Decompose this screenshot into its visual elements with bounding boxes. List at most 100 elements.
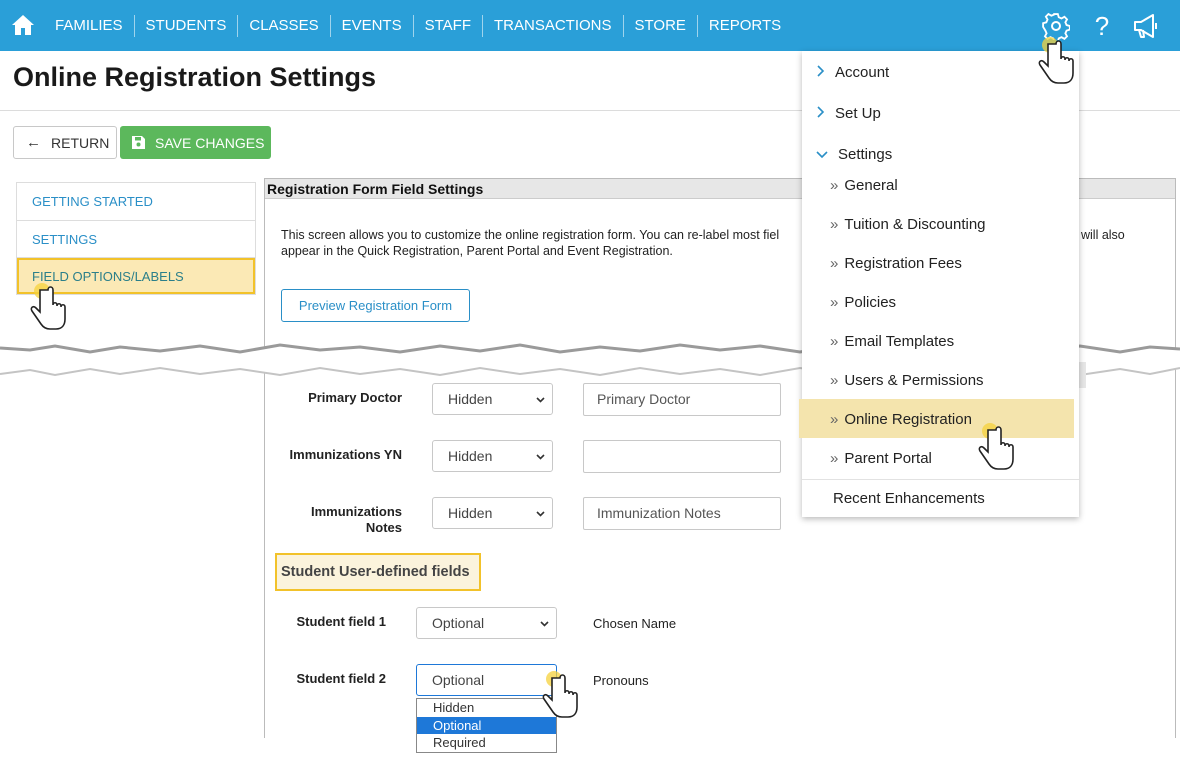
submenu-item-parent-portal[interactable]: » Parent Portal <box>830 450 932 467</box>
submenu-label: Policies <box>844 294 897 311</box>
double-chevron-icon: » <box>830 216 838 233</box>
intro-text-line1: This screen allows you to customize the … <box>281 228 780 242</box>
chevron-down-icon <box>816 151 828 159</box>
select-value: Optional <box>432 672 485 688</box>
chevron-down-icon <box>536 511 545 517</box>
menu-item-set-up[interactable]: Set Up <box>816 105 881 122</box>
side-menu-settings[interactable]: SETTINGS <box>17 220 255 257</box>
home-icon[interactable] <box>11 14 35 36</box>
nav-item-store[interactable]: STORE <box>622 14 697 37</box>
nav-item-transactions[interactable]: TRANSACTIONS <box>481 14 623 37</box>
select-value: Optional <box>432 615 485 631</box>
select-value: Hidden <box>448 391 493 407</box>
submenu-label: Registration Fees <box>844 255 962 272</box>
intro-text-line2: appear in the Quick Registration, Parent… <box>281 244 673 258</box>
page-title: Online Registration Settings <box>13 62 377 92</box>
save-changes-button[interactable]: SAVE CHANGES <box>120 126 271 159</box>
immunizations-yn-visibility-select[interactable]: Hidden <box>432 440 553 472</box>
submenu-label: Parent Portal <box>844 450 932 467</box>
menu-item-label: Set Up <box>835 105 881 122</box>
hand-pointer-icon <box>542 671 578 718</box>
menu-item-label: Account <box>835 64 890 81</box>
hand-pointer-icon <box>978 423 1014 470</box>
nav-menu: FAMILIES STUDENTS CLASSES EVENTS STAFF T… <box>44 0 792 51</box>
primary-doctor-visibility-select[interactable]: Hidden <box>432 383 553 415</box>
student-field-1-select[interactable]: Optional <box>416 607 557 639</box>
menu-item-label: Settings <box>838 146 893 163</box>
double-chevron-icon: » <box>830 255 838 272</box>
double-chevron-icon: » <box>830 294 838 311</box>
student-field-2-options-list: Hidden Optional Required <box>416 698 557 753</box>
menu-item-account[interactable]: Account <box>816 64 889 81</box>
field-label-immunizations-notes: Immunizations Notes <box>290 504 402 536</box>
submenu-label: Online Registration <box>844 411 972 428</box>
immunizations-notes-visibility-select[interactable]: Hidden <box>432 497 553 529</box>
double-chevron-icon: » <box>830 372 838 389</box>
field-label-immunizations-yn: Immunizations YN <box>289 447 402 462</box>
student-field-2-select[interactable]: Optional <box>416 664 557 696</box>
panel-left-border <box>264 382 265 704</box>
save-button-label: SAVE CHANGES <box>155 134 265 151</box>
submenu-label: Tuition & Discounting <box>844 216 986 233</box>
nav-item-reports[interactable]: REPORTS <box>696 14 792 37</box>
nav-item-classes[interactable]: CLASSES <box>237 14 329 37</box>
nav-item-families[interactable]: FAMILIES <box>44 15 134 37</box>
menu-item-recent-enhancements[interactable]: Recent Enhancements <box>833 490 985 507</box>
chevron-down-icon <box>540 621 549 627</box>
student-field-1-label: Student field 1 <box>296 614 386 629</box>
double-chevron-icon: » <box>830 450 838 467</box>
top-navigation-bar: FAMILIES STUDENTS CLASSES EVENTS STAFF T… <box>0 0 1180 51</box>
side-menu-getting-started[interactable]: GETTING STARTED <box>17 183 255 220</box>
double-chevron-icon: » <box>830 177 838 194</box>
submenu-item-users-permissions[interactable]: » Users & Permissions <box>830 372 984 389</box>
primary-doctor-label-input[interactable]: Primary Doctor <box>583 383 781 416</box>
field-label-primary-doctor: Primary Doctor <box>308 390 402 405</box>
menu-item-settings[interactable]: Settings <box>816 146 892 163</box>
arrow-left-icon: ← <box>26 134 41 151</box>
student-field-2-name: Pronouns <box>593 673 649 688</box>
return-button-label: RETURN <box>51 134 110 151</box>
chevron-down-icon <box>536 397 545 403</box>
submenu-item-policies[interactable]: » Policies <box>830 294 896 311</box>
select-value: Hidden <box>448 448 493 464</box>
menu-divider <box>802 479 1079 480</box>
panel-right-border <box>1175 382 1176 704</box>
submenu-item-tuition-discounting[interactable]: » Tuition & Discounting <box>830 216 986 233</box>
submenu-item-email-templates[interactable]: » Email Templates <box>830 333 954 350</box>
chevron-right-icon <box>817 106 825 118</box>
submenu-item-registration-fees[interactable]: » Registration Fees <box>830 255 962 272</box>
submenu-item-online-registration[interactable]: » Online Registration <box>830 411 972 428</box>
label-line1: Immunizations <box>310 504 402 519</box>
submenu-label: Users & Permissions <box>844 372 984 389</box>
intro-text-right: will also <box>1081 228 1125 242</box>
nav-item-events[interactable]: EVENTS <box>329 14 413 37</box>
settings-dropdown-menu: Account Set Up Settings » General » Tuitio… <box>799 51 1079 517</box>
megaphone-icon[interactable] <box>1132 12 1160 40</box>
immunizations-notes-label-input[interactable]: Immunization Notes <box>583 497 781 530</box>
hand-pointer-icon <box>1038 37 1074 84</box>
preview-registration-form-button[interactable]: Preview Registration Form <box>281 289 470 322</box>
select-value: Hidden <box>448 505 493 521</box>
option-required[interactable]: Required <box>417 734 556 752</box>
hand-pointer-icon <box>30 283 66 330</box>
submenu-item-general[interactable]: » General <box>830 177 898 194</box>
submenu-label: Email Templates <box>844 333 955 350</box>
settings-side-menu: GETTING STARTED SETTINGS FIELD OPTIONS/L… <box>16 182 256 295</box>
nav-item-students[interactable]: STUDENTS <box>133 14 238 37</box>
option-hidden[interactable]: Hidden <box>417 699 556 717</box>
double-chevron-icon: » <box>830 411 838 428</box>
chevron-down-icon <box>536 454 545 460</box>
student-user-defined-fields-heading: Student User-defined fields <box>275 553 481 591</box>
help-icon[interactable]: ? <box>1088 12 1116 40</box>
double-chevron-icon: » <box>830 333 838 350</box>
return-button[interactable]: ← RETURN <box>13 126 117 159</box>
save-disk-icon <box>132 136 145 149</box>
nav-item-staff[interactable]: STAFF <box>412 14 482 37</box>
immunizations-yn-label-input[interactable] <box>583 440 781 473</box>
chevron-right-icon <box>817 65 825 77</box>
student-field-2-label: Student field 2 <box>296 671 386 686</box>
submenu-label: General <box>844 177 898 194</box>
option-optional[interactable]: Optional <box>417 716 556 735</box>
student-field-1-name: Chosen Name <box>593 616 677 631</box>
label-line2: Notes <box>365 520 402 535</box>
